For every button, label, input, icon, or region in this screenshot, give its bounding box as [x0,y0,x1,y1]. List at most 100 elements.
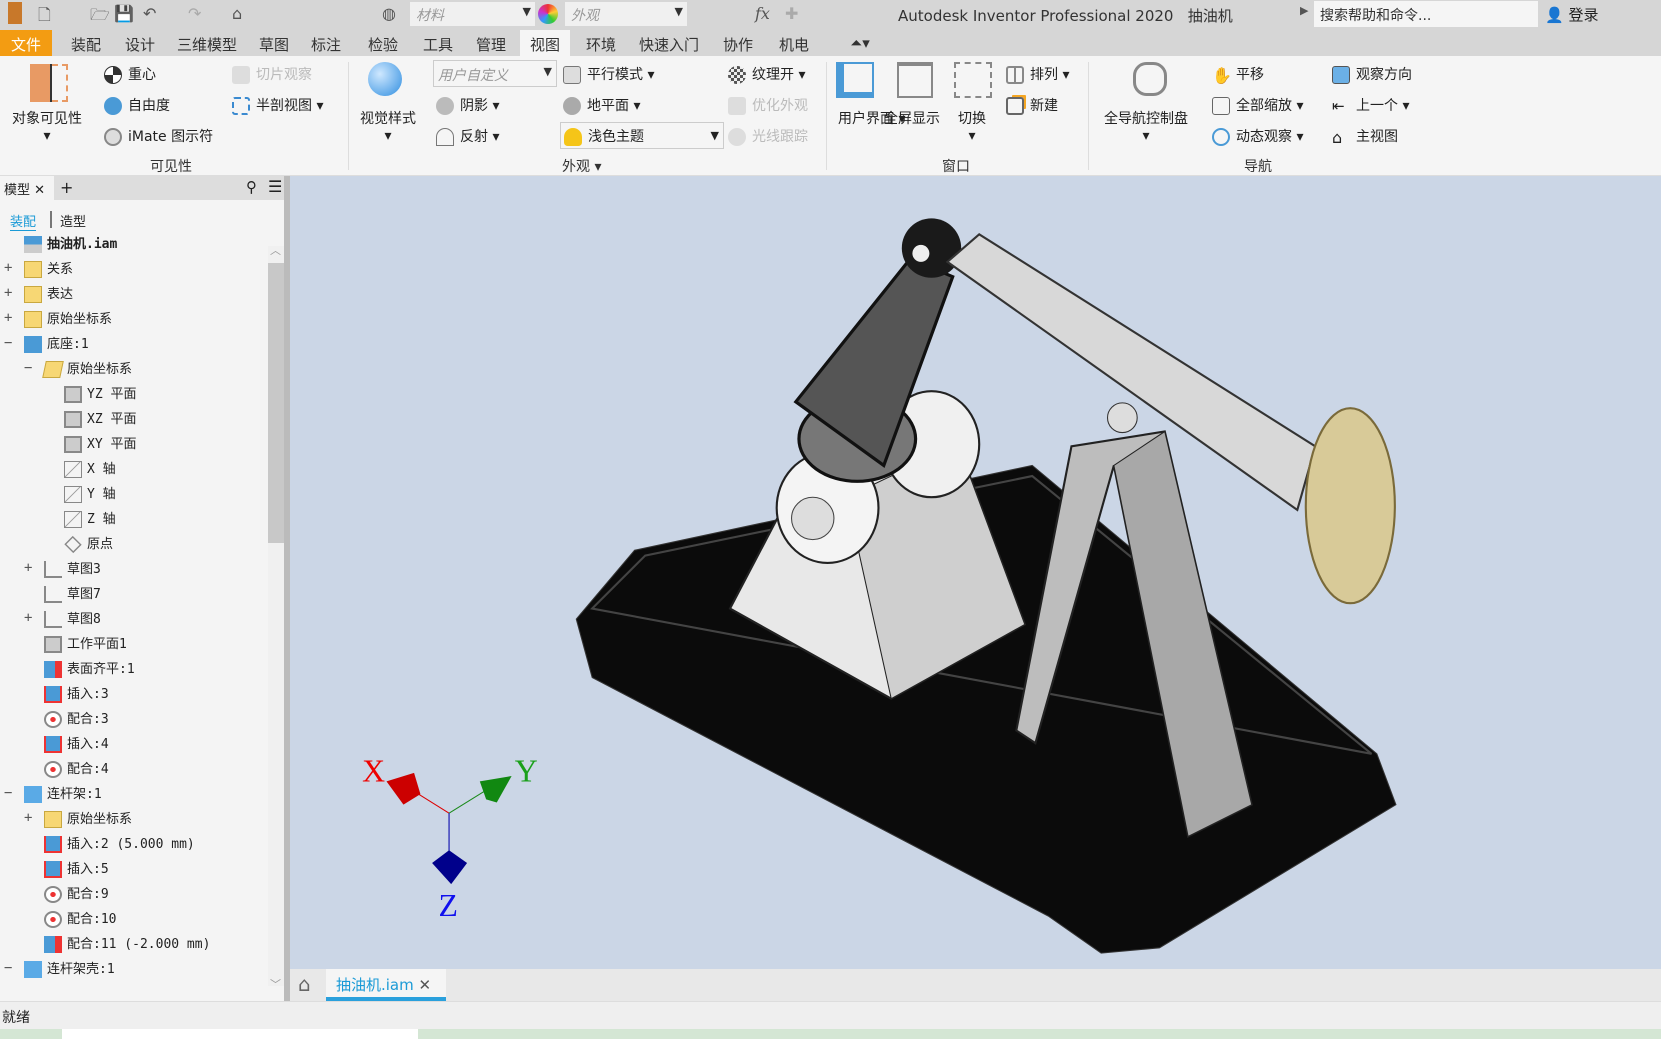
collapse-icon[interactable]: − [4,335,12,351]
ribbon-display-icon[interactable]: ⏶▾ [842,30,878,56]
new-window-button[interactable]: 新建 [1006,95,1058,115]
plus-icon[interactable]: ✚ [785,4,798,23]
tree-item[interactable]: 草图7 [26,583,101,608]
tree-item[interactable]: 原点 [46,533,113,558]
help-search-input[interactable]: 搜索帮助和命令... [1314,1,1538,27]
tree-item[interactable]: 插入:4 [26,733,109,758]
ray-tracing-button[interactable]: 光线跟踪 [728,126,808,146]
tree-item[interactable]: YZ 平面 [46,383,136,408]
close-icon[interactable]: ✕ [419,976,432,994]
tree-item[interactable]: Y 轴 [46,483,116,508]
previous-view-button[interactable]: ⇤ 上一个 ▾ [1332,95,1409,115]
expand-icon[interactable]: + [4,260,12,276]
center-of-gravity-button[interactable]: 重心 [104,64,156,84]
tree-item[interactable]: + 表达 [4,283,73,308]
expand-icon[interactable]: + [24,810,32,826]
save-icon[interactable]: 💾 [114,4,134,23]
new-icon[interactable]: 🗋 [38,4,51,31]
tree-item[interactable]: 抽油机.iam [6,233,117,258]
expand-icon[interactable]: + [4,285,12,301]
close-icon[interactable]: ✕ [34,183,45,198]
object-visibility-button[interactable]: 对象可见性 ▾ [12,108,82,144]
texture-button[interactable]: 纹理开 ▾ [728,64,805,84]
pan-button[interactable]: ✋ 平移 [1212,64,1264,85]
tree-item[interactable]: + 原始坐标系 [4,308,112,333]
tree-item[interactable]: − 连杆架:1 [4,783,102,808]
tree-item[interactable]: − 连杆架壳:1 [4,958,115,983]
undo-icon[interactable]: ↶ [143,4,156,23]
tree-item[interactable]: + 原始坐标系 [24,808,132,833]
arrange-button[interactable]: 排列 ▾ [1006,64,1069,84]
style-combo[interactable]: 用户自定义 ▼ [433,60,557,87]
tree-item[interactable]: XY 平面 [46,433,136,458]
tree-item[interactable]: 工作平面1 [26,633,127,658]
slice-graphics-button[interactable]: 切片观察 [232,64,312,84]
material-combo[interactable]: 材料 ▼ [410,2,535,26]
tree-item[interactable]: − 底座:1 [4,333,89,358]
home-icon[interactable]: ⌂ [232,4,242,23]
tree-item[interactable]: Z 轴 [46,508,116,533]
search-icon[interactable]: ⚲ [246,178,257,196]
collapse-icon[interactable]: − [24,360,32,376]
optimize-appearance-button[interactable]: 优化外观 [728,95,808,115]
home-icon[interactable]: ⌂ [298,972,311,996]
browser-tab-model[interactable]: 模型 ✕ [0,176,54,200]
add-tab-icon[interactable]: + [60,178,73,197]
full-nav-wheel-button[interactable]: 全导航控制盘 ▾ [1104,108,1188,144]
collapse-icon[interactable]: − [4,960,12,976]
tab-0[interactable]: 文件 [0,30,52,56]
dof-button[interactable]: 自由度 [104,95,170,115]
scroll-down-icon[interactable]: ﹀ [270,976,281,992]
tab-4[interactable]: 草图 [250,30,298,56]
group-label-appearance[interactable]: 外观 ▾ [562,156,601,176]
visual-style-button[interactable]: 视觉样式 ▾ [360,108,416,144]
tab-1[interactable]: 装配 [60,30,112,56]
tree-item[interactable]: 插入:3 [26,683,109,708]
collapse-icon[interactable]: − [4,785,12,801]
tab-8[interactable]: 管理 [466,30,516,56]
tree-item[interactable]: 配合:9 [26,883,109,908]
expand-icon[interactable]: + [24,560,32,576]
appearance-combo[interactable]: 外观 ▼ [565,2,687,26]
tree-item[interactable]: + 草图8 [24,608,101,633]
theme-combo[interactable]: 浅色主题 ▼ [560,122,724,149]
graphics-viewport[interactable]: X Y Z [290,176,1661,969]
tree-item[interactable]: XZ 平面 [46,408,136,433]
tab-7[interactable]: 工具 [414,30,462,56]
subtab-modeling[interactable]: 造型 [60,211,86,230]
imate-button[interactable]: iMate 图示符 [104,126,213,146]
subtab-assembly[interactable]: 装配 [10,211,37,231]
login-button[interactable]: 👤 登录 [1545,4,1598,25]
chevron-right-icon[interactable]: ▶ [1300,4,1308,17]
tree-item[interactable]: 配合:3 [26,708,109,733]
menu-icon[interactable]: ☰ [268,177,282,196]
tab-5[interactable]: 标注 [302,30,350,56]
ground-plane-button[interactable]: 地平面 ▾ [563,95,640,115]
tree-item[interactable]: 配合:11 (-2.000 mm) [26,933,210,958]
tab-12[interactable]: 协作 [712,30,764,56]
parallel-mode-button[interactable]: 平行模式 ▾ [563,64,654,84]
tree-item[interactable]: 配合:4 [26,758,109,783]
tree-item[interactable]: 表面齐平:1 [26,658,135,683]
expand-icon[interactable]: + [4,310,12,326]
tab-2[interactable]: 设计 [116,30,164,56]
tab-6[interactable]: 检验 [356,30,410,56]
tree-item[interactable]: X 轴 [46,458,116,483]
doc-tab[interactable]: 抽油机.iam ✕ [326,969,446,1001]
reflections-button[interactable]: 反射 ▾ [436,126,499,146]
open-icon[interactable]: 🗁 [90,4,110,31]
expand-icon[interactable]: + [24,610,32,626]
scroll-up-icon[interactable]: ︿ [270,242,281,258]
look-at-button[interactable]: 观察方向 [1332,64,1412,84]
tab-13[interactable]: 机电 [768,30,820,56]
tree-scrollbar-thumb[interactable] [268,263,284,543]
home-view-button[interactable]: ⌂ 主视图 [1332,126,1398,147]
tab-11[interactable]: 快速入门 [630,30,708,56]
tree-item[interactable]: + 草图3 [24,558,101,583]
tree-item[interactable]: 插入:2 (5.000 mm) [26,833,195,858]
tab-3[interactable]: 三维模型 [168,30,246,56]
material-checker-icon[interactable]: ◍ [382,4,396,23]
fx-icon[interactable]: fx [755,4,770,23]
tab-9[interactable]: 视图 [520,30,570,56]
orbit-button[interactable]: 动态观察 ▾ [1212,126,1303,146]
